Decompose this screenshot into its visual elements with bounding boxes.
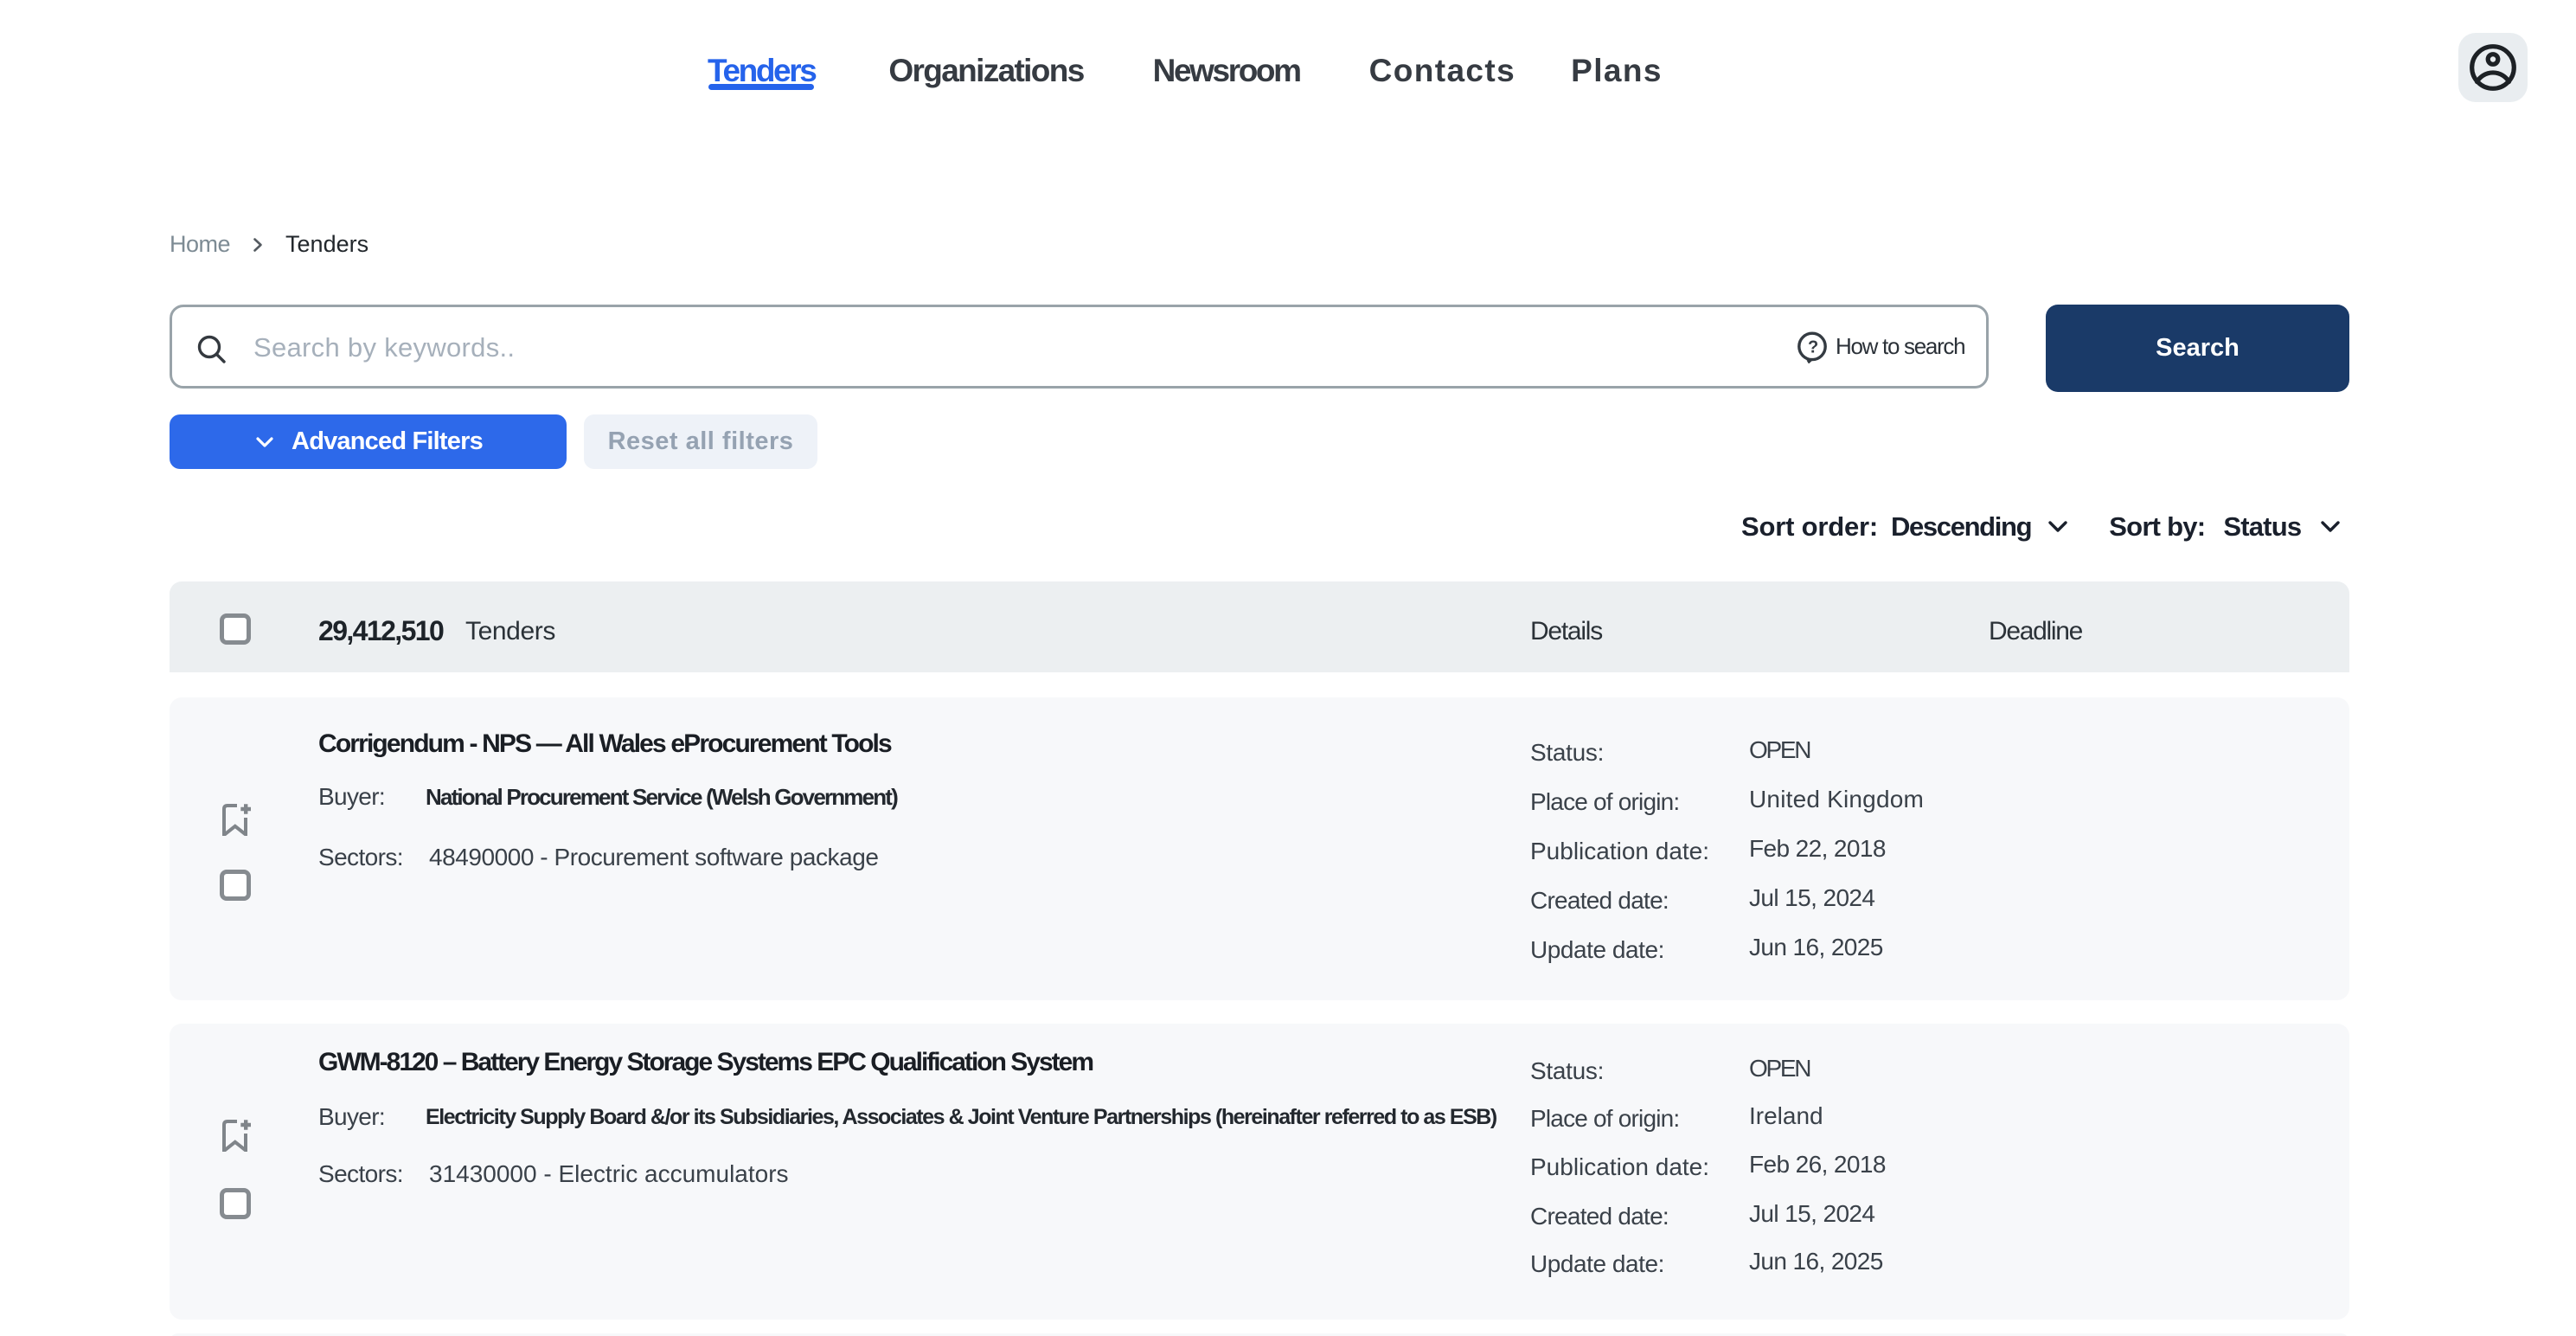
svg-text:?: ? (1808, 337, 1818, 356)
